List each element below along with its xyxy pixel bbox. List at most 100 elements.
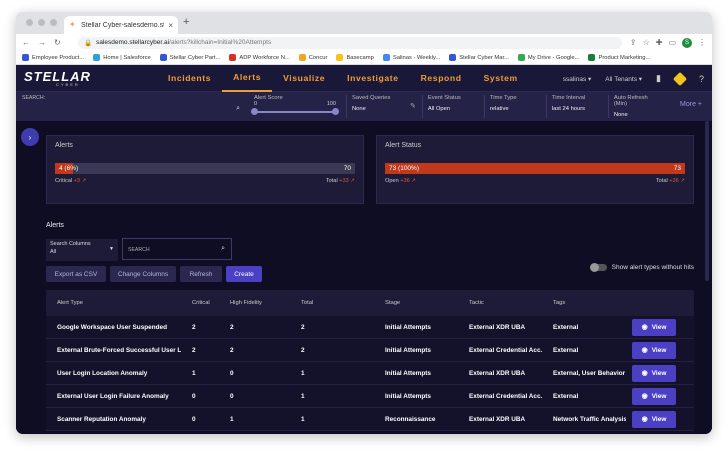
nav-alerts[interactable]: Alerts (222, 65, 273, 92)
filter-event-status[interactable]: Event Status All Open (421, 95, 484, 118)
nav-visualize[interactable]: Visualize (272, 65, 336, 92)
card-title: Alert Status (385, 142, 422, 149)
new-tab-button[interactable]: + (183, 16, 189, 28)
menu-icon[interactable]: ⋮ (698, 38, 706, 47)
table-cell: 1 (301, 369, 305, 377)
stellar-logo[interactable]: STELLAR CYBER (16, 70, 102, 87)
bookmark-item[interactable]: ADP Workforce N... (229, 54, 290, 61)
filter-saved-queries[interactable]: Saved Queries None (346, 95, 404, 118)
bookmark-item[interactable]: Salinas - Weekly... (382, 54, 440, 61)
score-min-handle[interactable] (251, 108, 258, 115)
address-bar-row: ← → ↻ 🔒 salesdemo.stellarcyber.ai/alerts… (16, 34, 712, 51)
filter-value: relative (489, 106, 509, 112)
bookmark-item[interactable]: Product Marketing... (588, 54, 650, 61)
url-path: /alerts?killchain=Initial%20Attempts (169, 39, 272, 46)
search-icon[interactable]: ⌕ (221, 245, 225, 253)
view-button[interactable]: ◉ View (632, 387, 676, 405)
export-csv-button[interactable]: Export as CSV (46, 266, 106, 282)
logo-subtext: CYBER (56, 81, 80, 87)
view-button[interactable]: ◉ View (632, 364, 676, 382)
filter-auto-refresh-min-[interactable]: Auto Refresh (Min) None (607, 95, 666, 118)
star-icon[interactable]: ☆ (643, 38, 650, 47)
nav-system[interactable]: System (473, 65, 529, 92)
filter-time-interval[interactable]: Time Interval last 24 hours (545, 95, 608, 118)
help-icon[interactable]: ? (699, 74, 704, 84)
back-icon[interactable]: ← (22, 38, 30, 47)
bookmark-item[interactable]: Stellar Cyber Part... (159, 54, 220, 61)
nav-respond[interactable]: Respond (410, 65, 473, 92)
edit-query-icon[interactable]: ✎ (410, 102, 416, 118)
score-max-handle[interactable] (332, 108, 339, 115)
extensions-icon[interactable]: ✚ (656, 38, 663, 47)
view-button[interactable]: ◉ View (632, 341, 676, 359)
alert-score-slider[interactable]: Alert Score 0 100 (251, 95, 339, 115)
browser-tab[interactable]: ✦ Stellar Cyber-salesdemo.stella × (64, 16, 178, 34)
filter-label: Event Status (427, 95, 461, 101)
table-cell: 2 (230, 346, 234, 354)
search-columns-select[interactable]: Search Columns All ▼ (46, 239, 118, 261)
bookmark-label: Home | Salesforce (103, 54, 151, 61)
refresh-button[interactable]: Refresh (180, 266, 222, 282)
table-cell: Reconnaissance (385, 415, 436, 423)
critical-label: Critical (55, 178, 73, 184)
bookmark-item[interactable]: Home | Salesforce (93, 54, 151, 61)
user-menu[interactable]: ssalinas ▾ (563, 75, 592, 83)
sidepanel-icon[interactable]: ▭ (668, 38, 676, 47)
bookmark-icon[interactable]: ▮ (656, 73, 661, 84)
total-delta: +33 ↗ (339, 178, 355, 184)
filter-time-type[interactable]: Time Type relative (483, 95, 546, 118)
window-controls[interactable] (26, 19, 57, 26)
change-columns-button[interactable]: Change Columns (110, 266, 176, 282)
table-cell: Network Traffic Analysis (553, 415, 626, 423)
table-cell: 0 (192, 415, 196, 423)
table-cell: External XDR UBA (469, 415, 526, 423)
search-columns-value: All (50, 248, 57, 255)
tenant-menu[interactable]: All Tenants ▾ (605, 75, 642, 83)
bar-left-value: 4 (6%) (59, 165, 79, 172)
bookmark-item[interactable]: Employee Product... (22, 54, 84, 61)
more-filters-button[interactable]: More + (680, 101, 702, 108)
nav-incidents[interactable]: Incidents (157, 65, 222, 92)
search-filter[interactable]: SEARCH: ⌕ (16, 95, 246, 112)
url-host: salesdemo.stellarcyber.ai (96, 39, 170, 46)
score-track[interactable] (251, 108, 339, 115)
table-cell: External Credential Acc... (469, 392, 542, 400)
table-row: External User Login Failure Anomaly 0 0 1 In… (46, 385, 694, 408)
view-button[interactable]: ◉ View (632, 410, 676, 428)
table-cell: Scanner Reputation Anomaly (57, 415, 146, 423)
bookmark-item[interactable]: My Drive - Google... (517, 54, 579, 61)
profile-avatar[interactable]: S (682, 37, 692, 48)
bookmark-item[interactable]: Concur (298, 54, 327, 61)
table-cell: 0 (230, 369, 234, 377)
bar-left-value: 73 (100%) (389, 165, 419, 172)
alerts-search-input[interactable]: SEARCH ⌕ (122, 238, 232, 260)
forward-icon[interactable]: → (38, 38, 46, 47)
filter-value: None (352, 106, 366, 112)
column-header: Total (301, 300, 314, 306)
bookmark-item[interactable]: Stellar Cyber Mar... (449, 54, 509, 61)
sidebar-toggle-icon[interactable]: › (21, 128, 39, 146)
lock-icon: 🔒 (84, 39, 93, 47)
search-placeholder: SEARCH (128, 247, 150, 253)
score-min: 0 (254, 101, 258, 107)
card-title: Alerts (55, 142, 73, 149)
url-field[interactable]: 🔒 salesdemo.stellarcyber.ai/alerts?killc… (78, 36, 622, 49)
reload-icon[interactable]: ↻ (54, 38, 61, 47)
total-label: Total (325, 178, 338, 184)
close-tab-icon[interactable]: × (168, 21, 173, 30)
create-button[interactable]: Create (226, 266, 262, 282)
filter-bar: SEARCH: ⌕ Alert Score 0 100 Saved Queries… (16, 92, 712, 121)
bar-right-value: 73 (673, 165, 681, 172)
scrollbar[interactable] (705, 121, 709, 281)
table-cell: 0 (230, 392, 234, 400)
search-icon[interactable]: ⌕ (236, 105, 240, 113)
view-button[interactable]: ◉ View (632, 318, 676, 336)
bookmark-item[interactable]: Basecamp (336, 54, 374, 61)
status-gem-icon[interactable] (672, 71, 688, 86)
toggle-switch[interactable] (589, 263, 607, 272)
nav-investigate[interactable]: Investigate (336, 65, 410, 92)
share-icon[interactable]: ⇪ (630, 38, 637, 47)
show-no-hits-toggle[interactable]: Show alert types without hits (589, 263, 694, 272)
table-cell: External (553, 392, 579, 400)
total-label: Total (655, 178, 668, 184)
